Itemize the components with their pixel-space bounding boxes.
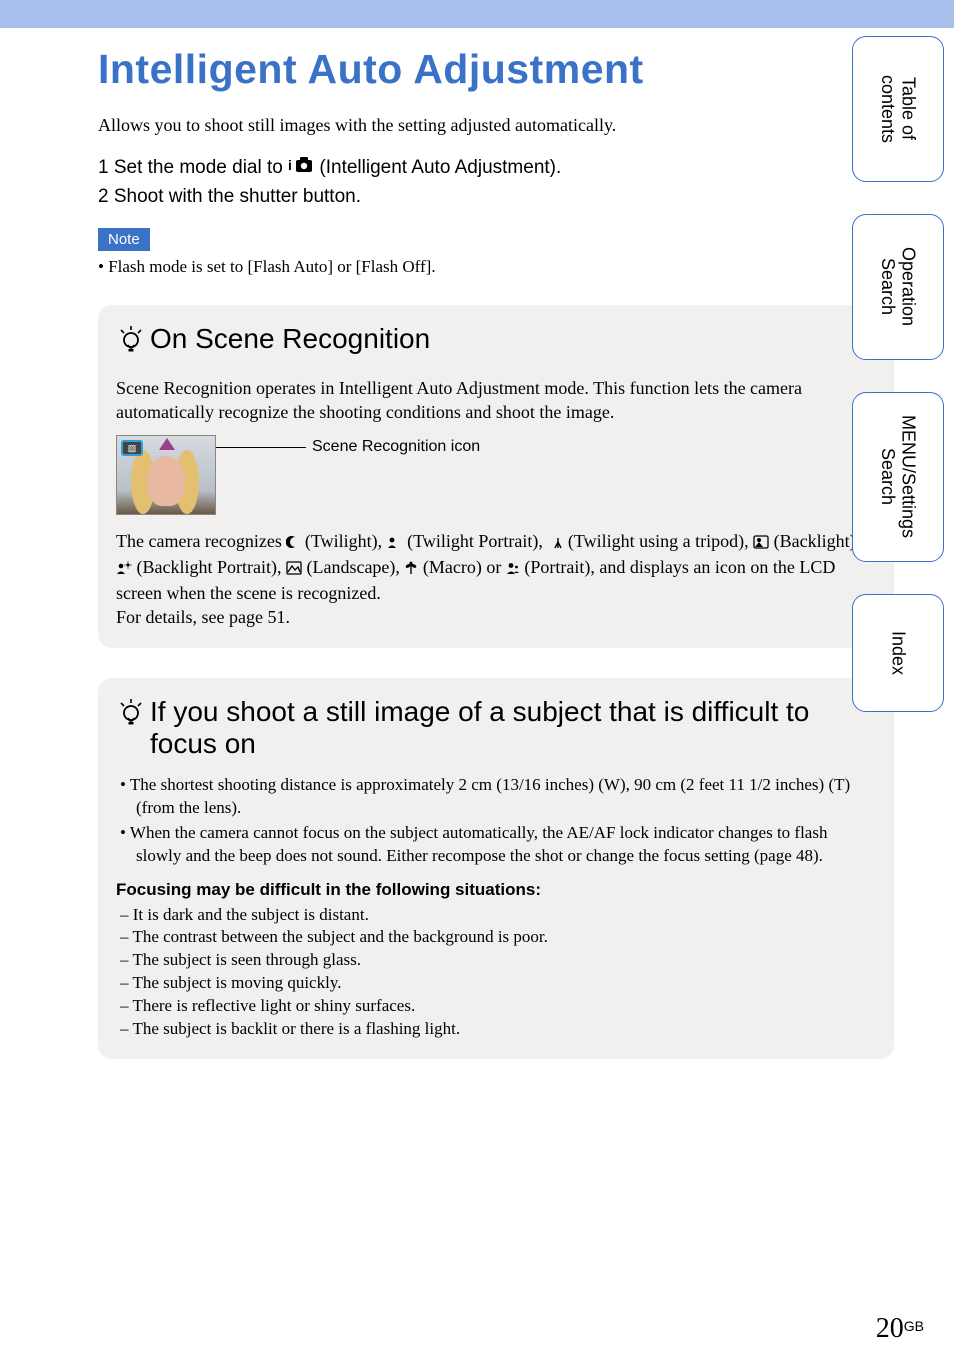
- tip1-heading-text: On Scene Recognition: [150, 323, 430, 355]
- list-item: When the camera cannot focus on the subj…: [120, 822, 876, 868]
- twilight-icon: [286, 531, 300, 555]
- step-2: 2 Shoot with the shutter button.: [98, 186, 894, 208]
- intelligent-auto-icon: i: [288, 156, 314, 180]
- backlight-icon: [753, 531, 769, 555]
- scene-thumbnail: ▧: [116, 435, 216, 515]
- twilight-tripod-icon: [547, 531, 563, 555]
- tab-menu-settings[interactable]: MENU/SettingsSearch: [852, 392, 944, 562]
- tip1-p2: The camera recognizes (Twilight), (Twili…: [116, 529, 876, 606]
- side-tabs: Table ofcontents OperationSearch MENU/Se…: [852, 36, 944, 712]
- tip-focus: If you shoot a still image of a subject …: [98, 678, 894, 1059]
- backlight-portrait-icon: [116, 557, 132, 581]
- intro-text: Allows you to shoot still images with th…: [98, 115, 894, 136]
- portrait-icon: [506, 557, 520, 581]
- landscape-icon: [286, 557, 302, 581]
- scene-image-row: ▧ Scene Recognition icon: [116, 435, 876, 515]
- focus-situations-list: It is dark and the subject is distant. T…: [116, 904, 876, 1042]
- list-item: The subject is seen through glass.: [120, 949, 876, 972]
- tip-scene-recognition: On Scene Recognition Scene Recognition o…: [98, 305, 894, 648]
- page-title: Intelligent Auto Adjustment: [98, 46, 894, 93]
- list-item: The subject is backlit or there is a fla…: [120, 1018, 876, 1041]
- p2-ls: (Landscape),: [306, 557, 404, 577]
- header-band: [0, 0, 954, 28]
- page-content: Intelligent Auto Adjustment Allows you t…: [0, 28, 954, 1059]
- step-1-suffix: (Intelligent Auto Adjustment).: [319, 157, 561, 178]
- list-item: The subject is moving quickly.: [120, 972, 876, 995]
- lightbulb-icon: [116, 698, 146, 735]
- list-item: There is reflective light or shiny surfa…: [120, 995, 876, 1018]
- p2-mc: (Macro) or: [423, 557, 506, 577]
- tab-operation-search[interactable]: OperationSearch: [852, 214, 944, 360]
- p2-tp: (Twilight Portrait),: [407, 531, 547, 551]
- p2-bl: (Backlight),: [774, 531, 860, 551]
- p2-tt: (Twilight using a tripod),: [568, 531, 753, 551]
- page-number: 20GB: [876, 1313, 924, 1345]
- tip2-heading: If you shoot a still image of a subject …: [116, 696, 876, 760]
- step-1-prefix: 1 Set the mode dial to: [98, 157, 288, 178]
- list-item: The contrast between the subject and the…: [120, 926, 876, 949]
- tab-index-label: Index: [888, 631, 909, 675]
- note-item: Flash mode is set to [Flash Auto] or [Fl…: [98, 257, 894, 277]
- twilight-portrait-icon: [387, 531, 403, 555]
- tab-toc[interactable]: Table ofcontents: [852, 36, 944, 182]
- steps-block: 1 Set the mode dial to i (Intelligent Au…: [98, 156, 894, 208]
- p2-bp: (Backlight Portrait),: [137, 557, 286, 577]
- tab-op-label: OperationSearch: [877, 247, 918, 326]
- list-item: The shortest shooting distance is approx…: [120, 774, 876, 820]
- p2-a: The camera recognizes: [116, 531, 286, 551]
- focus-situations-heading: Focusing may be difficult in the followi…: [116, 880, 876, 900]
- tab-menu-label: MENU/SettingsSearch: [877, 415, 918, 538]
- page-number-suffix: GB: [904, 1318, 924, 1334]
- tip2-bullets: The shortest shooting distance is approx…: [116, 774, 876, 868]
- tab-toc-label: Table ofcontents: [877, 75, 918, 143]
- tip2-heading-text: If you shoot a still image of a subject …: [150, 696, 876, 760]
- page-number-value: 20: [876, 1313, 904, 1344]
- note-label: Note: [98, 228, 150, 251]
- tip1-heading: On Scene Recognition: [116, 323, 876, 362]
- tab-index[interactable]: Index: [852, 594, 944, 712]
- lightbulb-icon: [116, 325, 146, 362]
- leader-line: [216, 447, 306, 448]
- scene-icon-label: Scene Recognition icon: [312, 438, 480, 456]
- step-1: 1 Set the mode dial to i (Intelligent Au…: [98, 156, 894, 180]
- macro-icon: [404, 557, 418, 581]
- tip1-p3: For details, see page 51.: [116, 605, 876, 629]
- svg-text:i: i: [288, 157, 292, 173]
- p2-tw: (Twilight),: [305, 531, 387, 551]
- list-item: It is dark and the subject is distant.: [120, 904, 876, 927]
- tip1-p1: Scene Recognition operates in Intelligen…: [116, 376, 876, 425]
